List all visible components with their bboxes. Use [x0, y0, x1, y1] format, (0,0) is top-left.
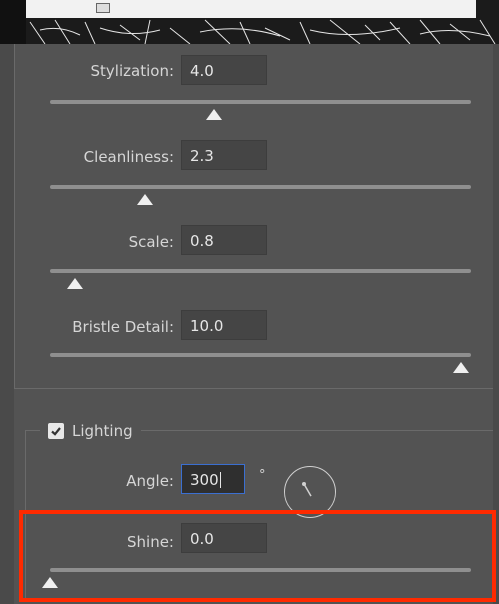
- bristle-detail-input[interactable]: 10.0: [181, 310, 267, 340]
- text-cursor: [219, 472, 221, 488]
- stylization-input[interactable]: 4.0: [181, 55, 267, 85]
- angle-unit: °: [259, 468, 266, 483]
- image-preview-strip: [0, 0, 499, 44]
- preview-artwork: [29, 19, 496, 44]
- angle-value: 300: [190, 471, 219, 489]
- angle-input[interactable]: 300: [181, 464, 245, 494]
- stylization-label: Stylization:: [90, 62, 174, 80]
- cleanliness-slider-track[interactable]: [50, 185, 471, 189]
- scale-label: Scale:: [128, 233, 174, 251]
- lighting-label: Lighting: [72, 422, 133, 440]
- bristle-detail-slider-thumb[interactable]: [453, 362, 469, 373]
- angle-label: Angle:: [126, 472, 174, 490]
- cleanliness-label: Cleanliness:: [83, 148, 174, 166]
- bristle-detail-label: Bristle Detail:: [72, 318, 174, 336]
- scale-slider-thumb[interactable]: [66, 278, 83, 289]
- lighting-checkbox[interactable]: [48, 423, 64, 439]
- left-margin: [0, 44, 14, 604]
- bristle-detail-slider-track[interactable]: [50, 353, 471, 357]
- scale-slider-track[interactable]: [50, 269, 471, 273]
- cleanliness-input[interactable]: 2.3: [181, 140, 267, 170]
- scale-input[interactable]: 0.8: [181, 225, 267, 255]
- lighting-group-title: Lighting: [40, 419, 141, 443]
- checkmark-icon: [51, 427, 61, 436]
- cleanliness-slider-thumb[interactable]: [136, 194, 153, 205]
- shine-highlight-box: [19, 510, 496, 602]
- stylization-slider-track[interactable]: [50, 100, 471, 104]
- stylization-slider-thumb[interactable]: [206, 109, 223, 120]
